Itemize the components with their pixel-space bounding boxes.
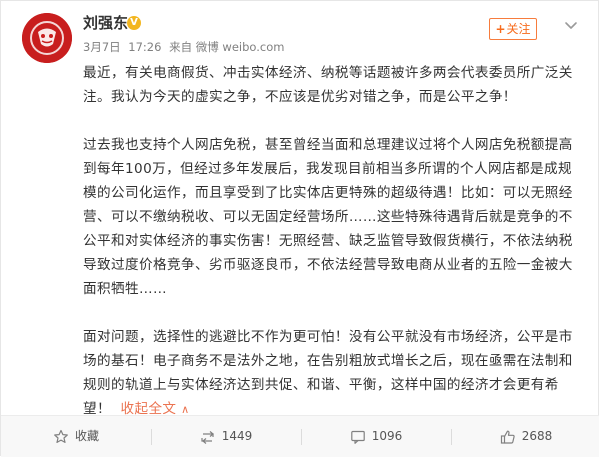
author-avatar[interactable] — [22, 13, 72, 63]
follow-button[interactable]: +关注 — [489, 18, 537, 40]
repost-button[interactable]: 1449 — [151, 416, 301, 457]
follow-label: 关注 — [506, 22, 531, 36]
post-paragraph: 面对问题，选择性的逃避比不作为更可怕！没有公平就没有市场经济，公平是市场的基石！… — [83, 325, 583, 422]
thumbs-up-icon — [500, 430, 515, 444]
post-meta: 3月7日 17:26 来自 微博 weibo.com — [83, 39, 288, 55]
post-paragraph: 最近，有关电商假货、冲击实体经济、纳税等话题被许多两会代表委员所广泛关注。我认为… — [83, 65, 573, 105]
like-button[interactable]: 2688 — [451, 416, 599, 457]
avatar-logo-icon — [22, 13, 72, 63]
repost-count: 1449 — [221, 429, 253, 443]
like-count: 2688 — [521, 429, 553, 443]
chevron-down-icon[interactable] — [563, 17, 579, 33]
post-paragraph: 过去我也支持个人网店免税，甚至曾经当面和总理建议过将个人网店免税额提高到每年10… — [83, 137, 573, 297]
comment-button[interactable]: 1096 — [301, 416, 451, 457]
verified-badge-icon: V — [127, 16, 141, 30]
comment-count: 1096 — [371, 429, 403, 443]
post-date[interactable]: 3月7日 — [83, 40, 121, 54]
favorite-label: 收藏 — [74, 429, 99, 443]
post-content: 最近，有关电商假货、冲击实体经济、纳税等话题被许多两会代表委员所广泛关注。我认为… — [83, 61, 583, 422]
post-source[interactable]: 来自 微博 weibo.com — [169, 40, 284, 54]
comment-icon — [350, 430, 365, 444]
post-time[interactable]: 17:26 — [128, 40, 161, 54]
action-bar: 收藏 1449 1096 2688 — [1, 415, 599, 457]
author-name[interactable]: 刘强东 — [83, 13, 128, 33]
plus-icon: + — [495, 22, 506, 36]
favorite-button[interactable]: 收藏 — [1, 416, 151, 457]
weibo-post-card: 刘强东 V 3月7日 17:26 来自 微博 weibo.com +关注 最近，… — [0, 0, 599, 457]
star-icon — [54, 429, 68, 443]
repost-icon — [201, 430, 214, 444]
